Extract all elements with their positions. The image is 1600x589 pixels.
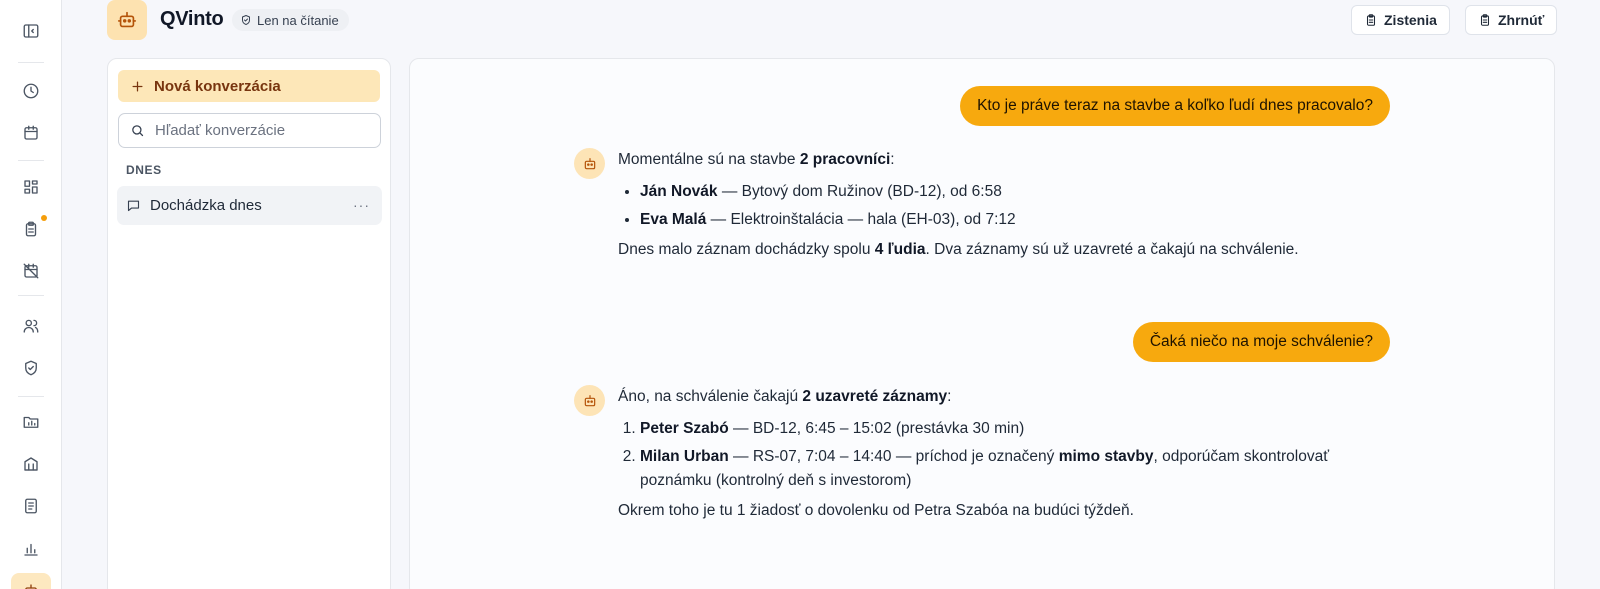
bot-avatar-icon — [574, 148, 605, 179]
message-intro: Áno, na schválenie čakajú 2 uzavreté záz… — [618, 388, 952, 405]
sidebar-toggle-icon[interactable] — [11, 13, 51, 49]
users-icon[interactable] — [11, 308, 51, 344]
conversation-item[interactable]: Dochádzka dnes ··· — [117, 186, 382, 225]
message-list: Peter Szabó — BD-12, 6:45 – 15:02 (prest… — [640, 417, 1388, 493]
conversation-panel: Nová konverzácia DNES Dochádzka dnes ··· — [107, 58, 391, 589]
findings-button[interactable]: Zistenia — [1351, 5, 1450, 35]
list-item: Milan Urban — RS-07, 7:04 – 14:40 — príc… — [640, 445, 1388, 493]
search-icon — [132, 125, 144, 137]
dashboard-icon[interactable] — [11, 169, 51, 205]
bot-logo-icon — [107, 0, 147, 40]
clipboard-icon — [1480, 14, 1490, 26]
group-label-today: DNES — [126, 163, 162, 177]
more-options-icon[interactable]: ··· — [353, 196, 370, 214]
clipboard-icon — [1366, 14, 1376, 26]
new-conversation-label: Nová konverzácia — [154, 77, 281, 95]
conversation-title: Dochádzka dnes — [150, 197, 262, 214]
shield-check-icon — [242, 15, 250, 25]
new-conversation-button[interactable]: Nová konverzácia — [118, 70, 380, 102]
chat-panel: Kto je práve teraz na stavbe a koľko ľud… — [409, 58, 1555, 589]
folder-chart-icon[interactable] — [11, 404, 51, 440]
clock-icon[interactable] — [11, 73, 51, 109]
bot-icon[interactable] — [11, 573, 51, 589]
message-outro: Dnes malo záznam dochádzky spolu 4 ľudia… — [618, 241, 1299, 258]
app-title: QVinto — [160, 8, 224, 30]
rail-divider — [18, 160, 44, 161]
assistant-message: Momentálne sú na stavbe 2 pracovníci: Já… — [618, 148, 1388, 262]
notification-dot — [41, 215, 47, 221]
plus-icon — [132, 81, 143, 91]
building-icon[interactable] — [11, 446, 51, 482]
bot-avatar-icon — [574, 385, 605, 416]
top-bar: QVinto Len na čítanie Zistenia Zhrnúť — [62, 0, 1600, 44]
findings-label: Zistenia — [1384, 12, 1437, 28]
list-item: Peter Szabó — BD-12, 6:45 – 15:02 (prest… — [640, 417, 1388, 441]
rail-divider — [18, 62, 44, 63]
read-only-badge: Len na čítanie — [232, 9, 349, 31]
search-input[interactable] — [155, 122, 355, 139]
user-message: Čaká niečo na moje schválenie? — [1132, 322, 1390, 362]
assistant-message: Áno, na schválenie čakajú 2 uzavreté záz… — [618, 385, 1388, 523]
bar-chart-icon[interactable] — [11, 531, 51, 567]
icon-rail — [0, 0, 62, 589]
chat-bubble-icon — [127, 200, 140, 212]
list-item: Eva Malá — Elektroinštalácia — hala (EH-… — [640, 208, 1388, 232]
calendar-icon[interactable] — [11, 115, 51, 151]
rail-divider — [18, 396, 44, 397]
message-intro: Momentálne sú na stavbe 2 pracovníci: — [618, 151, 895, 168]
shield-check-icon[interactable] — [11, 350, 51, 386]
search-box — [118, 113, 381, 148]
read-only-label: Len na čítanie — [257, 12, 339, 28]
calendar-off-icon[interactable] — [11, 253, 51, 289]
message-list: Ján Novák — Bytový dom Ružinov (BD-12), … — [640, 180, 1388, 232]
list-item: Ján Novák — Bytový dom Ružinov (BD-12), … — [640, 180, 1388, 204]
summarize-label: Zhrnúť — [1498, 12, 1545, 28]
user-message: Kto je práve teraz na stavbe a koľko ľud… — [960, 86, 1390, 126]
summarize-button[interactable]: Zhrnúť — [1465, 5, 1558, 35]
rail-divider — [18, 295, 44, 296]
document-icon[interactable] — [11, 488, 51, 524]
message-outro: Okrem toho je tu 1 žiadosť o dovolenku o… — [618, 502, 1134, 519]
